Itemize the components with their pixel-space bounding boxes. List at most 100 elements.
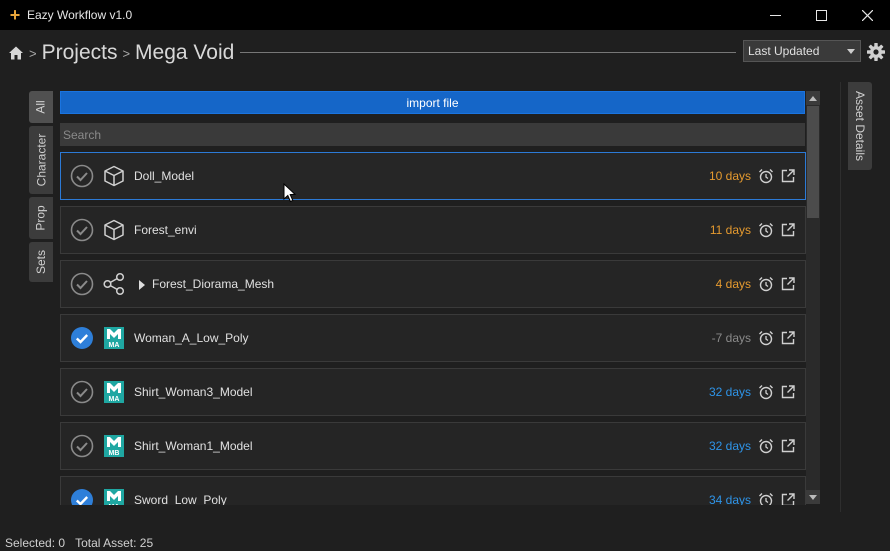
close-button[interactable]	[844, 0, 890, 30]
maya-mb-icon: MB	[104, 435, 124, 457]
expand-arrow-icon[interactable]	[139, 280, 145, 290]
tab-asset-details[interactable]: Asset Details	[848, 82, 872, 170]
status-bar: Selected: 0 Total Asset: 25	[0, 535, 890, 551]
asset-row[interactable]: MA Sword_Low_Poly 34 days	[60, 476, 806, 505]
chevron-down-icon	[847, 49, 855, 54]
total-asset-count: 25	[139, 536, 154, 550]
asset-row[interactable]: Doll_Model 10 days	[60, 152, 806, 200]
asset-name: Doll_Model	[134, 169, 195, 183]
total-asset-label: Total Asset:	[75, 536, 137, 550]
maya-ma-icon: MA	[104, 327, 124, 349]
category-tabs: All Character Prop Sets	[29, 91, 53, 285]
window-controls	[752, 0, 890, 30]
external-link-icon[interactable]	[780, 438, 796, 454]
tab-all[interactable]: All	[29, 91, 53, 123]
minimize-button[interactable]	[752, 0, 798, 30]
breadcrumb-project-name: Mega Void	[135, 41, 235, 64]
scroll-thumb[interactable]	[807, 106, 819, 218]
home-icon[interactable]	[8, 45, 24, 61]
svg-text:MA: MA	[109, 342, 120, 349]
maya-ma-icon: MA	[104, 489, 124, 505]
scroll-up-button[interactable]	[806, 91, 820, 105]
tab-all-label: All	[34, 100, 48, 114]
maya-ma-icon: MA	[104, 381, 124, 403]
alarm-clock-icon[interactable]	[758, 438, 774, 454]
header: > Projects > Mega Void Last Updated	[0, 30, 890, 76]
check-circle-filled-icon[interactable]	[70, 488, 94, 505]
triangle-up-icon	[809, 95, 817, 101]
title-bar: + Eazy Workflow v1.0	[0, 0, 890, 30]
maximize-icon	[815, 9, 827, 21]
import-file-button[interactable]: import file	[60, 91, 805, 114]
asset-list: Doll_Model 10 days Forest_envi 11 days F…	[60, 152, 806, 505]
share-nodes-icon	[103, 272, 125, 296]
asset-age: 32 days	[708, 439, 751, 453]
asset-age: 10 days	[708, 169, 751, 183]
asset-row[interactable]: Forest_envi 11 days	[60, 206, 806, 254]
triangle-down-icon	[809, 494, 817, 500]
svg-text:MB: MB	[109, 450, 120, 457]
external-link-icon[interactable]	[780, 384, 796, 400]
alarm-clock-icon[interactable]	[758, 168, 774, 184]
alarm-clock-icon[interactable]	[758, 330, 774, 346]
mouse-cursor-icon	[283, 183, 297, 203]
check-circle-icon[interactable]	[70, 218, 94, 242]
external-link-icon[interactable]	[780, 222, 796, 238]
external-link-icon[interactable]	[780, 492, 796, 505]
close-icon	[861, 9, 873, 21]
header-divider	[240, 52, 736, 53]
check-circle-icon[interactable]	[70, 434, 94, 458]
asset-age: 11 days	[709, 223, 751, 237]
asset-row[interactable]: MB Shirt_Woman1_Model 32 days	[60, 422, 806, 470]
asset-age: -7 days	[711, 331, 751, 345]
breadcrumb-separator: >	[122, 45, 131, 61]
panel-divider	[840, 82, 841, 512]
alarm-clock-icon[interactable]	[758, 276, 774, 292]
asset-age: 34 days	[708, 493, 751, 505]
tab-prop-label: Prop	[34, 205, 49, 231]
maximize-button[interactable]	[798, 0, 844, 30]
asset-name: Woman_A_Low_Poly	[134, 331, 249, 345]
tab-sets-label: Sets	[34, 249, 49, 275]
alarm-clock-icon[interactable]	[758, 222, 774, 238]
selected-label: Selected:	[5, 536, 56, 550]
external-link-icon[interactable]	[780, 276, 796, 292]
check-circle-icon[interactable]	[70, 380, 94, 404]
sort-dropdown-value: Last Updated	[748, 44, 820, 58]
tab-sets[interactable]: Sets	[29, 242, 53, 282]
scroll-down-button[interactable]	[806, 490, 820, 504]
minimize-icon	[769, 14, 781, 16]
svg-text:MA: MA	[109, 504, 120, 505]
asset-name: Sword_Low_Poly	[134, 493, 227, 505]
asset-row[interactable]: Forest_Diorama_Mesh 4 days	[60, 260, 806, 308]
asset-name: Shirt_Woman3_Model	[134, 385, 253, 399]
gear-icon[interactable]	[866, 42, 886, 62]
external-link-icon[interactable]	[780, 330, 796, 346]
cube-icon	[104, 219, 124, 241]
cube-icon	[104, 165, 124, 187]
check-circle-filled-icon[interactable]	[70, 326, 94, 350]
sort-dropdown[interactable]: Last Updated	[743, 40, 861, 62]
list-scrollbar[interactable]	[806, 91, 820, 504]
alarm-clock-icon[interactable]	[758, 492, 774, 505]
asset-age: 32 days	[708, 385, 751, 399]
svg-text:MA: MA	[109, 396, 120, 403]
tab-character-label: Character	[34, 133, 48, 187]
search-input[interactable]	[60, 123, 805, 146]
alarm-clock-icon[interactable]	[758, 384, 774, 400]
tab-asset-details-label: Asset Details	[853, 90, 867, 162]
asset-row[interactable]: MA Woman_A_Low_Poly -7 days	[60, 314, 806, 362]
selected-count: 0	[58, 536, 66, 550]
window-title: Eazy Workflow v1.0	[27, 8, 133, 22]
tab-character[interactable]: Character	[29, 126, 53, 194]
asset-age: 4 days	[715, 277, 751, 291]
check-circle-icon[interactable]	[70, 272, 94, 296]
asset-name: Shirt_Woman1_Model	[134, 439, 253, 453]
tab-prop[interactable]: Prop	[29, 197, 53, 239]
asset-row[interactable]: MA Shirt_Woman3_Model 32 days	[60, 368, 806, 416]
asset-name: Forest_envi	[134, 223, 197, 237]
external-link-icon[interactable]	[780, 168, 796, 184]
app-plus-icon: +	[9, 4, 21, 25]
check-circle-icon[interactable]	[70, 164, 94, 188]
breadcrumb-projects[interactable]: Projects	[42, 41, 118, 65]
